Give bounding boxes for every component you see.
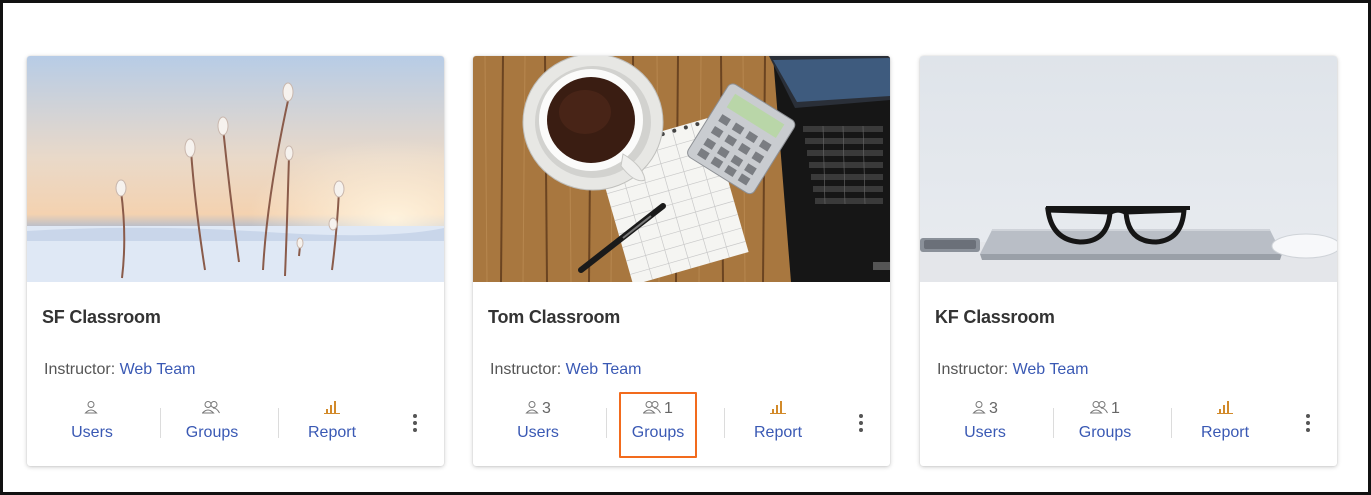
card-title[interactable]: KF Classroom xyxy=(935,307,1055,328)
instructor-link[interactable]: Web Team xyxy=(566,361,642,378)
bar-chart-icon xyxy=(1217,400,1233,419)
card-title[interactable]: Tom Classroom xyxy=(488,307,620,328)
more-vertical-icon[interactable] xyxy=(858,414,864,434)
report-button[interactable]: Report xyxy=(1177,396,1273,456)
groups-button[interactable]: 1 Groups xyxy=(1057,396,1153,456)
report-button[interactable]: Report xyxy=(730,396,826,456)
user-icon xyxy=(972,400,986,419)
users-count: 3 xyxy=(542,400,551,417)
users-label: Users xyxy=(964,424,1006,441)
report-label: Report xyxy=(753,424,803,441)
user-icon xyxy=(525,400,539,419)
classroom-card[interactable]: Tom Classroom Instructor: Web Team 3 Use… xyxy=(473,56,890,466)
bar-chart-icon xyxy=(324,400,340,419)
bar-chart-icon xyxy=(770,400,786,419)
groups-highlight xyxy=(619,392,697,458)
divider xyxy=(1053,408,1054,438)
card-title[interactable]: SF Classroom xyxy=(42,307,161,328)
instructor-line: Instructor: Web Team xyxy=(44,361,195,379)
groups-label: Groups xyxy=(185,424,239,441)
users-button[interactable]: 3 Users xyxy=(490,396,586,456)
report-label: Report xyxy=(307,424,357,441)
divider xyxy=(1171,408,1172,438)
users-label: Users xyxy=(517,424,559,441)
divider xyxy=(160,408,161,438)
groups-button[interactable]: Groups xyxy=(164,396,260,456)
classroom-card[interactable]: SF Classroom Instructor: Web Team Users xyxy=(27,56,444,466)
report-label: Report xyxy=(1200,424,1250,441)
instructor-label: Instructor: xyxy=(490,361,562,378)
instructor-link[interactable]: Web Team xyxy=(120,361,196,378)
classroom-card[interactable]: KF Classroom Instructor: Web Team 3 User… xyxy=(920,56,1337,466)
card-actions: 3 Users 1 Groups Report xyxy=(920,396,1337,460)
users-label: Users xyxy=(71,424,113,441)
more-vertical-icon[interactable] xyxy=(1305,414,1311,434)
users-button[interactable]: 3 Users xyxy=(937,396,1033,456)
groups-count: 1 xyxy=(1111,400,1120,417)
card-actions: Users Groups Report xyxy=(27,396,444,460)
instructor-line: Instructor: Web Team xyxy=(490,361,641,379)
page-frame: SF Classroom Instructor: Web Team Users xyxy=(0,0,1371,495)
divider xyxy=(724,408,725,438)
instructor-label: Instructor: xyxy=(44,361,116,378)
card-thumbnail[interactable] xyxy=(920,56,1337,282)
more-vertical-icon[interactable] xyxy=(412,414,418,434)
card-actions: 3 Users 1 Groups Report xyxy=(473,392,890,460)
users-button[interactable]: Users xyxy=(44,396,140,456)
instructor-line: Instructor: Web Team xyxy=(937,361,1088,379)
instructor-link[interactable]: Web Team xyxy=(1013,361,1089,378)
card-thumbnail[interactable] xyxy=(27,56,444,282)
divider xyxy=(278,408,279,438)
group-icon xyxy=(1089,400,1108,419)
card-thumbnail[interactable] xyxy=(473,56,890,282)
group-icon xyxy=(200,400,220,419)
users-count: 3 xyxy=(989,400,998,417)
user-icon xyxy=(83,400,98,419)
divider xyxy=(606,408,607,438)
report-button[interactable]: Report xyxy=(284,396,380,456)
groups-label: Groups xyxy=(1078,424,1132,441)
instructor-label: Instructor: xyxy=(937,361,1009,378)
